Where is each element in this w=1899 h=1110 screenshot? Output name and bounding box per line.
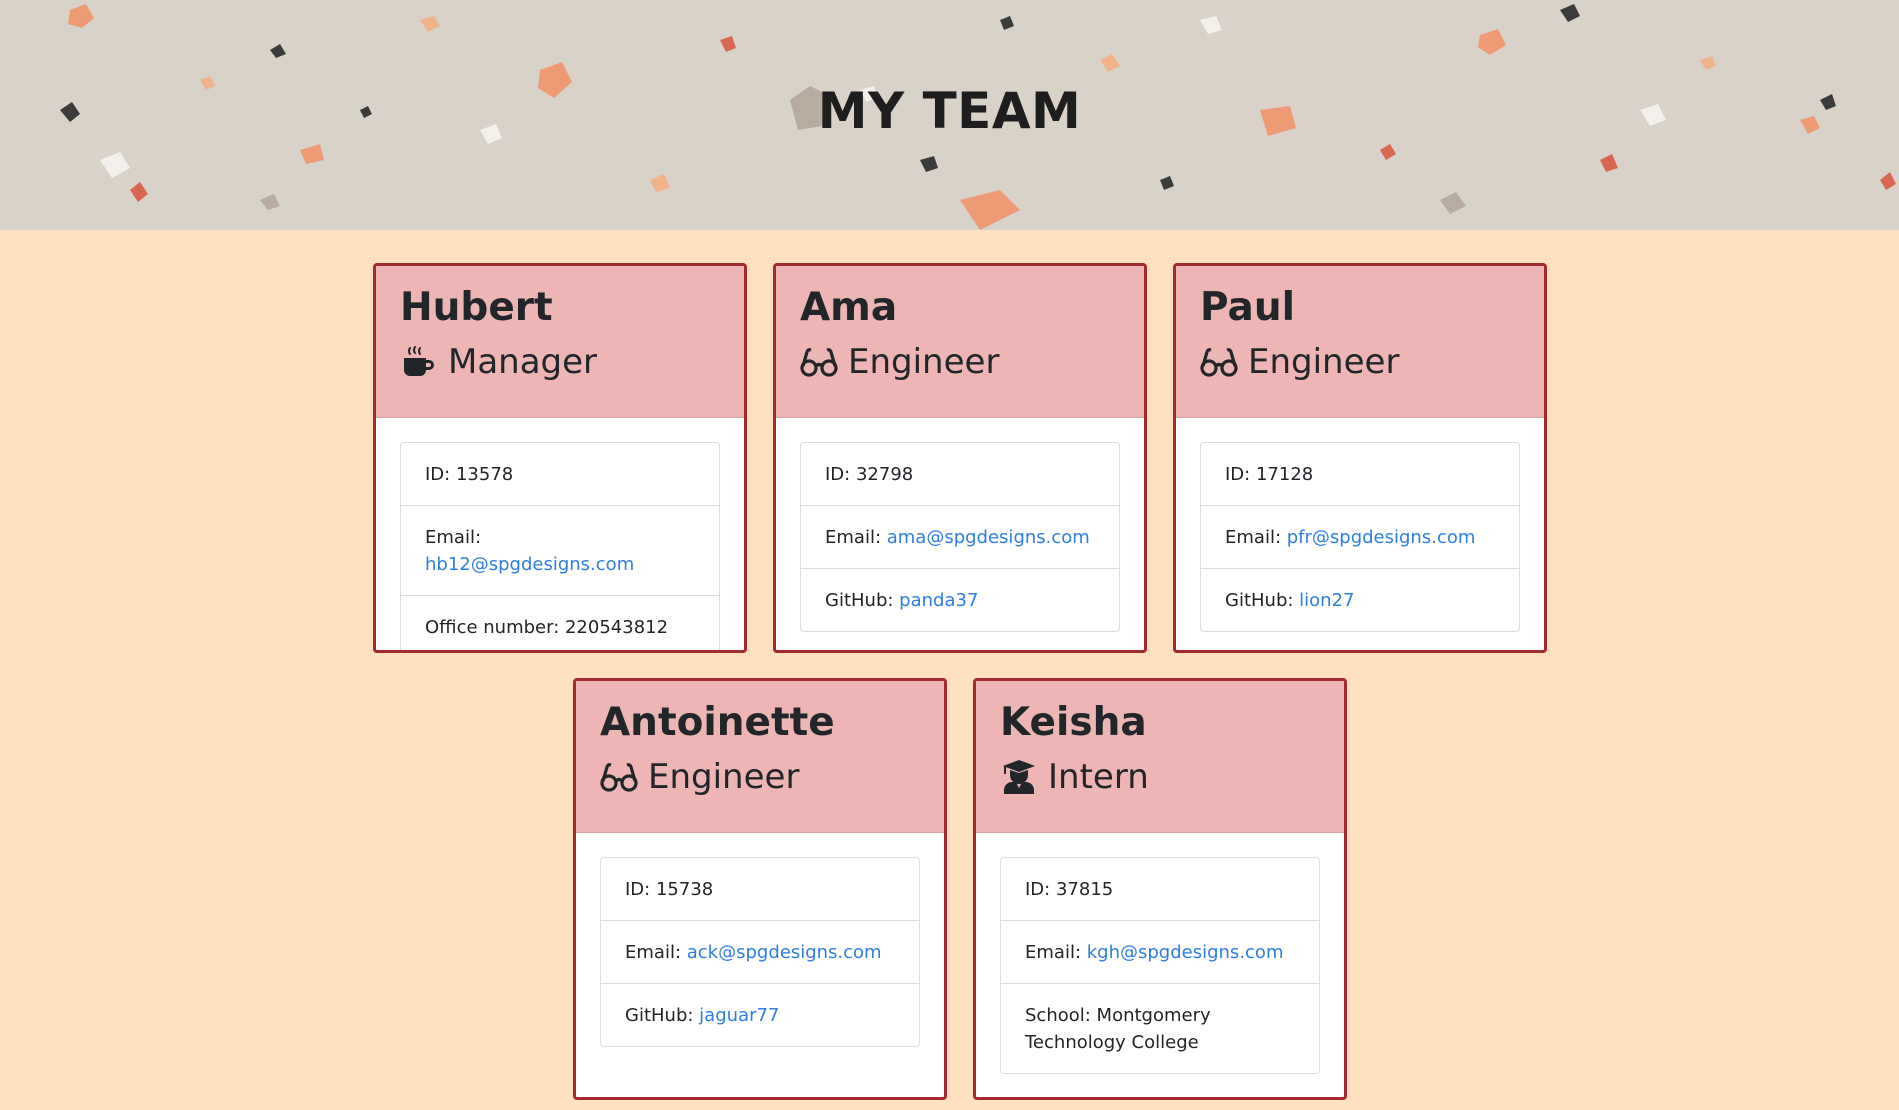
employee-name: Antoinette [600,700,835,745]
email-link[interactable]: ack@spgdesigns.com [687,942,882,963]
details-list: ID: 32798 Email: ama@spgdesigns.com GitH… [800,442,1120,632]
id-row: ID: 15738 [601,858,919,921]
employee-name: Keisha [1000,700,1147,745]
id-value: 37815 [1055,879,1114,900]
employee-role: Engineer [800,342,1120,382]
role-label: Engineer [1248,341,1400,382]
email-label: Email: [825,527,887,548]
email-link[interactable]: hb12@spgdesigns.com [425,554,634,575]
glasses-icon [1200,343,1238,381]
card-header: Hubert Manager [376,266,744,418]
employee-role: Intern [1000,757,1320,797]
employee-card: Paul Engineer ID: 17128 Email: pfr@spgde… [1173,263,1547,653]
id-value: 17128 [1255,464,1314,485]
email-row: Email: kgh@spgdesigns.com [1001,921,1319,984]
graduate-icon [1000,758,1038,796]
glasses-icon [600,758,638,796]
school-label: School: [1025,1005,1097,1026]
id-row: ID: 17128 [1201,443,1519,506]
details-list: ID: 13578 Email: hb12@spgdesigns.com Off… [400,442,720,650]
role-label: Intern [1048,756,1149,797]
details-list: ID: 15738 Email: ack@spgdesigns.com GitH… [600,857,920,1047]
card-header: Ama Engineer [776,266,1144,418]
github-link[interactable]: lion27 [1299,590,1354,611]
office-number-value: 220543812 [564,617,669,638]
employee-card: Hubert Manager ID: 13578 Email: hb12@spg… [373,263,747,653]
school-row: School: Montgomery Technology College [1001,984,1319,1073]
role-label: Manager [448,341,598,382]
email-link[interactable]: kgh@spgdesigns.com [1087,942,1284,963]
employee-role: Engineer [1200,342,1520,382]
role-label: Engineer [848,341,1000,382]
id-row: ID: 37815 [1001,858,1319,921]
github-row: GitHub: lion27 [1201,569,1519,631]
id-label: ID: [425,464,456,485]
email-link[interactable]: pfr@spgdesigns.com [1287,527,1476,548]
email-label: Email: [425,527,482,548]
id-label: ID: [825,464,856,485]
team-row-top: Hubert Manager ID: 13578 Email: hb12@spg… [373,263,1547,653]
employee-role: Engineer [600,757,920,797]
glasses-icon [800,343,838,381]
id-value: 13578 [455,464,514,485]
card-header: Paul Engineer [1176,266,1544,418]
email-label: Email: [1225,527,1287,548]
email-label: Email: [1025,942,1087,963]
employee-card: Keisha Intern ID: 37815 Email: kgh@spgde… [973,678,1347,1100]
card-header: Keisha Intern [976,681,1344,833]
github-row: GitHub: jaguar77 [601,984,919,1046]
id-value: 15738 [655,879,714,900]
page-title: MY TEAM [817,82,1082,140]
details-list: ID: 37815 Email: kgh@spgdesigns.com Scho… [1000,857,1320,1074]
id-row: ID: 13578 [401,443,719,506]
github-link[interactable]: jaguar77 [699,1005,779,1026]
email-row: Email: ama@spgdesigns.com [801,506,1119,569]
office-number-label: Office number: [425,617,565,638]
employee-name: Paul [1200,285,1295,330]
details-list: ID: 17128 Email: pfr@spgdesigns.com GitH… [1200,442,1520,632]
email-row: Email: pfr@spgdesigns.com [1201,506,1519,569]
employee-card: Antoinette Engineer ID: 15738 Email: ack… [573,678,947,1100]
email-link[interactable]: ama@spgdesigns.com [887,527,1090,548]
github-row: GitHub: panda37 [801,569,1119,631]
role-label: Engineer [648,756,800,797]
id-row: ID: 32798 [801,443,1119,506]
id-label: ID: [625,879,656,900]
email-row: Email: hb12@spgdesigns.com [401,506,719,596]
employee-name: Hubert [400,285,553,330]
employee-name: Ama [800,285,898,330]
team-row-bottom: Antoinette Engineer ID: 15738 Email: ack… [573,678,1347,1100]
github-label: GitHub: [625,1005,700,1026]
email-label: Email: [625,942,687,963]
employee-card: Ama Engineer ID: 32798 Email: ama@spgdes… [773,263,1147,653]
office-number-row: Office number: 220543812 [401,596,719,650]
github-label: GitHub: [825,590,900,611]
id-value: 32798 [855,464,914,485]
github-link[interactable]: panda37 [899,590,978,611]
github-label: GitHub: [1225,590,1300,611]
employee-role: Manager [400,342,720,382]
id-label: ID: [1225,464,1256,485]
coffee-icon [400,343,438,381]
card-header: Antoinette Engineer [576,681,944,833]
hero-banner: MY TEAM [0,0,1899,230]
email-row: Email: ack@spgdesigns.com [601,921,919,984]
id-label: ID: [1025,879,1056,900]
